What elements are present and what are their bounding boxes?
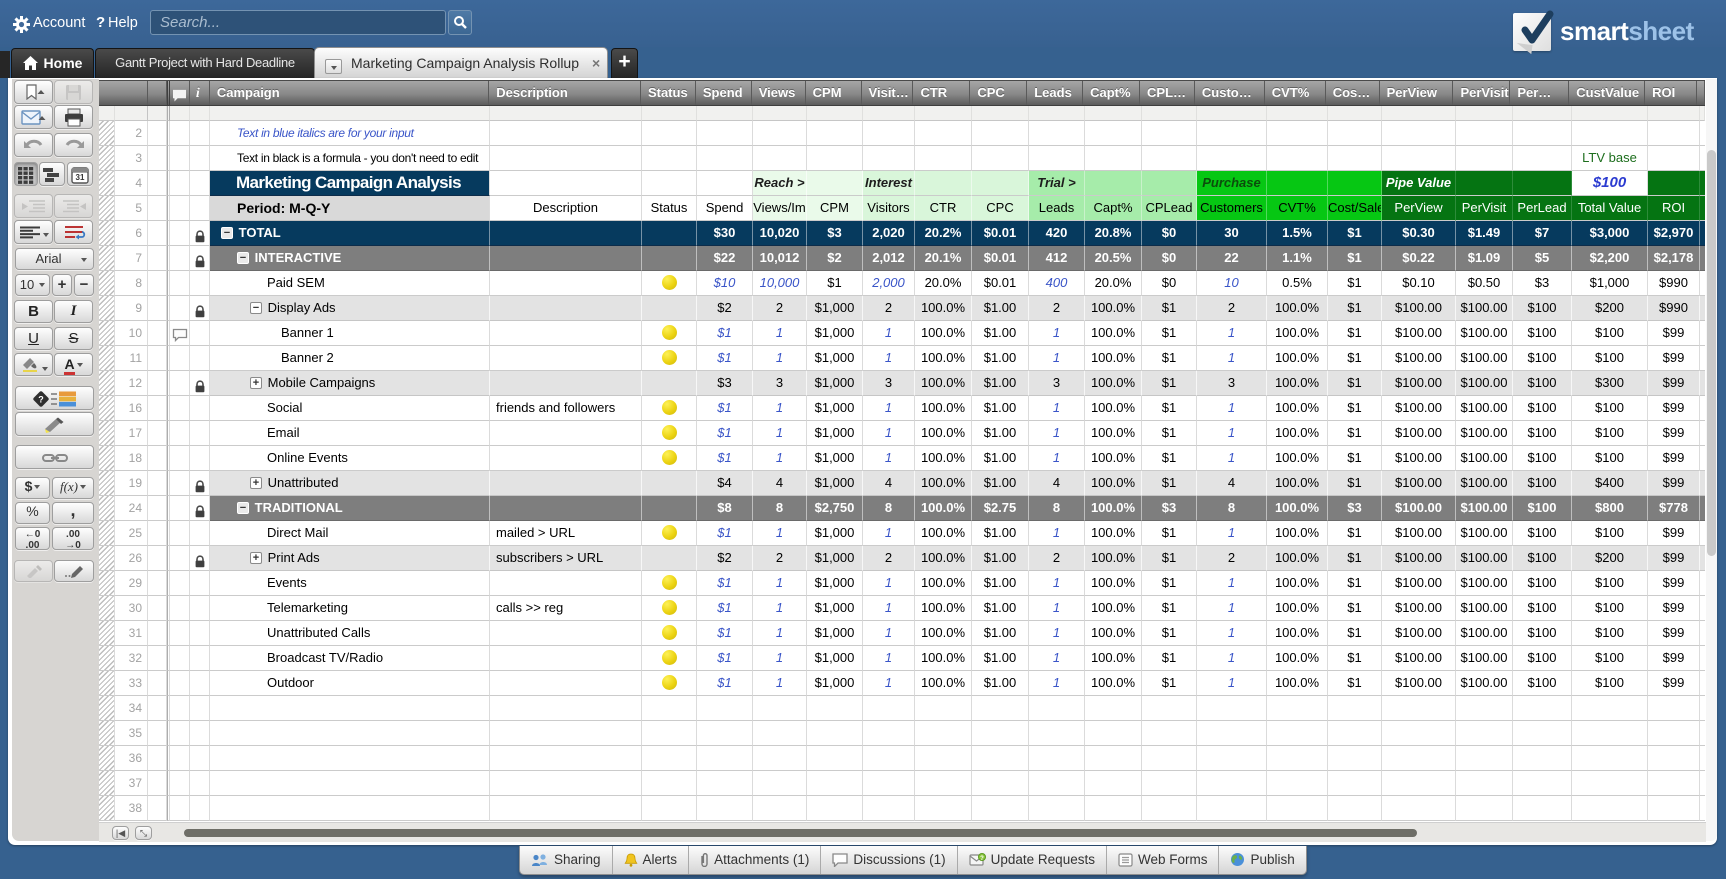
svg-text:?: ? xyxy=(980,856,984,862)
svg-text:31: 31 xyxy=(76,173,85,182)
svg-text:?: ? xyxy=(38,395,44,405)
